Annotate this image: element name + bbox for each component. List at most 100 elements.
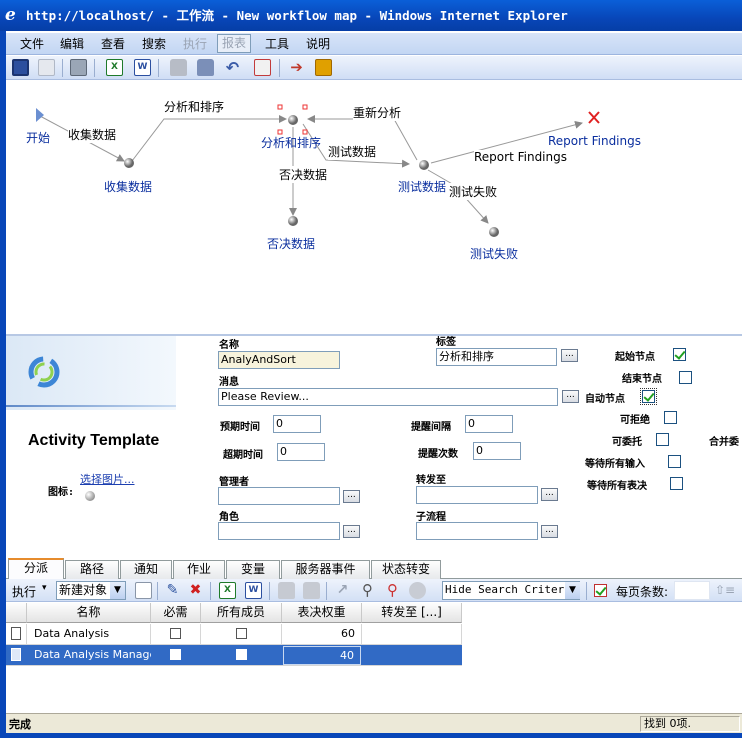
edge-test[interactable]: 测试数据 — [328, 143, 377, 160]
execute-dropdown-icon[interactable]: ▾ — [42, 583, 47, 593]
timeout-field[interactable]: 0 — [277, 443, 325, 461]
tag-browse-button[interactable]: ... — [561, 349, 578, 362]
menu-run[interactable]: 执行 — [183, 33, 207, 55]
name-field[interactable]: AnalyAndSort — [218, 351, 340, 369]
header-all-members[interactable]: 所有成员 — [201, 603, 282, 623]
edge-analyze[interactable]: 分析和排序 — [164, 98, 225, 115]
page-size-field[interactable] — [674, 581, 710, 600]
required-checkbox[interactable] — [170, 628, 181, 639]
node-analyze[interactable]: 分析和排序 — [261, 134, 321, 151]
new-object-dropdown-icon[interactable]: ▼ — [110, 582, 125, 599]
grid-unlock-icon[interactable] — [303, 582, 320, 599]
manager-field[interactable] — [218, 487, 340, 505]
tag-field[interactable]: 分析和排序 — [436, 348, 557, 366]
node-collect[interactable]: 收集数据 — [104, 178, 152, 195]
row-weight-editor[interactable]: 40 — [283, 646, 361, 665]
subflow-browse-button[interactable]: ... — [541, 525, 558, 538]
forward-browse-button[interactable]: ... — [541, 488, 558, 501]
edge-findings[interactable]: Report Findings — [474, 150, 567, 164]
row-weight[interactable]: 60 — [282, 624, 362, 645]
edge-reanalyze[interactable]: 重新分析 — [353, 104, 402, 121]
can-delegate-checkbox[interactable] — [656, 433, 669, 446]
wait-all-vote-checkbox[interactable] — [670, 477, 683, 490]
start-node-checkbox[interactable] — [673, 348, 686, 361]
word-icon[interactable]: W — [134, 59, 151, 76]
grid-lock-icon[interactable] — [278, 582, 295, 599]
edge-reject[interactable]: 否决数据 — [279, 166, 328, 183]
message-browse-button[interactable]: ... — [562, 390, 579, 403]
remind-count-field[interactable]: 0 — [473, 442, 521, 460]
menu-file[interactable]: 文件 — [20, 33, 44, 55]
all-members-checkbox[interactable] — [236, 649, 247, 660]
execute-menu[interactable]: 执行 — [12, 583, 36, 600]
edge-collect[interactable]: 收集数据 — [68, 126, 117, 143]
menu-view[interactable]: 查看 — [101, 33, 125, 55]
unlock-icon[interactable] — [197, 59, 214, 76]
node-test[interactable]: 测试数据 — [398, 178, 446, 195]
print-icon[interactable] — [70, 59, 87, 76]
menu-report[interactable]: 报表 — [217, 34, 252, 53]
page-go-icon[interactable]: ⇧≡ — [715, 582, 735, 599]
exit-icon[interactable] — [315, 59, 332, 76]
tab-notify[interactable]: 通知 — [120, 560, 172, 579]
tab-job[interactable]: 作业 — [173, 560, 225, 579]
layout-icon[interactable] — [254, 59, 271, 76]
node-fail[interactable]: 测试失败 — [470, 245, 518, 262]
menu-help[interactable]: 说明 — [306, 33, 330, 55]
new-document-icon[interactable] — [135, 582, 152, 599]
grid-word-icon[interactable]: W — [245, 582, 262, 599]
lock-icon[interactable] — [170, 59, 187, 76]
header-vote-weight[interactable]: 表决权重 — [282, 603, 362, 623]
save-icon[interactable] — [12, 59, 29, 76]
role-browse-button[interactable]: ... — [343, 525, 360, 538]
header-required[interactable]: 必需 — [151, 603, 201, 623]
search-icon[interactable]: ⚲ — [359, 582, 376, 599]
open-link-icon[interactable]: ↗ — [334, 582, 351, 599]
search-criteria-select[interactable]: Hide Search Criteria — [442, 581, 580, 600]
workflow-canvas[interactable]: 开始 收集数据 分析和排序 否决数据 测试数据 测试失败 Report Find… — [6, 81, 742, 333]
header-forward-to[interactable]: 转发至 [...] — [362, 603, 462, 623]
forward-field[interactable] — [416, 486, 538, 504]
menu-tools[interactable]: 工具 — [265, 33, 289, 55]
node-findings[interactable]: Report Findings — [548, 134, 641, 148]
menu-search[interactable]: 搜索 — [142, 33, 166, 55]
clear-search-icon[interactable]: ⚲ — [384, 582, 401, 599]
role-field[interactable] — [218, 522, 340, 540]
remind-interval-field[interactable]: 0 — [465, 415, 513, 433]
stop-icon[interactable] — [409, 582, 426, 599]
header-name[interactable]: 名称 — [27, 603, 151, 623]
message-field[interactable]: Please Review... — [218, 388, 558, 406]
auto-node-checkbox[interactable] — [640, 388, 657, 405]
end-node-checkbox[interactable] — [679, 371, 692, 384]
import-icon[interactable]: ➔ — [288, 59, 305, 76]
manager-browse-button[interactable]: ... — [343, 490, 360, 503]
search-criteria-dropdown-icon[interactable]: ▼ — [565, 582, 580, 599]
tab-assign[interactable]: 分派 — [8, 558, 64, 580]
wait-all-input-checkbox[interactable] — [668, 455, 681, 468]
tab-state-change[interactable]: 状态转变 — [371, 560, 441, 579]
ie-logo-icon: e — [5, 5, 16, 25]
undo-icon[interactable]: ↶ — [224, 59, 241, 76]
all-members-checkbox[interactable] — [236, 628, 247, 639]
tab-server-events[interactable]: 服务器事件 — [281, 560, 370, 579]
excel-icon[interactable]: X — [106, 59, 123, 76]
grid-excel-icon[interactable]: X — [219, 582, 236, 599]
edge-fail[interactable]: 测试失败 — [449, 183, 498, 200]
delete-icon[interactable] — [38, 59, 55, 76]
node-reject[interactable]: 否决数据 — [267, 235, 315, 252]
search-criteria-value: Hide Search Criteria — [445, 583, 578, 596]
expected-time-field[interactable]: 0 — [273, 415, 321, 433]
edit-icon[interactable]: ✎ — [164, 582, 181, 599]
subflow-field[interactable] — [416, 522, 538, 540]
menu-bar: 文件 编辑 查看 搜索 执行 报表 工具 说明 — [6, 33, 742, 55]
node-start[interactable]: 开始 — [26, 129, 50, 146]
required-checkbox[interactable] — [170, 649, 181, 660]
choose-image-link[interactable]: 选择图片... — [80, 471, 135, 487]
row-forward[interactable] — [362, 624, 462, 645]
can-reject-checkbox[interactable] — [664, 411, 677, 424]
tab-variable[interactable]: 变量 — [226, 560, 280, 579]
remove-icon[interactable]: ✖ — [187, 582, 204, 599]
tab-path[interactable]: 路径 — [65, 560, 119, 579]
filter-checkbox-icon[interactable] — [594, 584, 607, 597]
menu-edit[interactable]: 编辑 — [60, 33, 84, 55]
